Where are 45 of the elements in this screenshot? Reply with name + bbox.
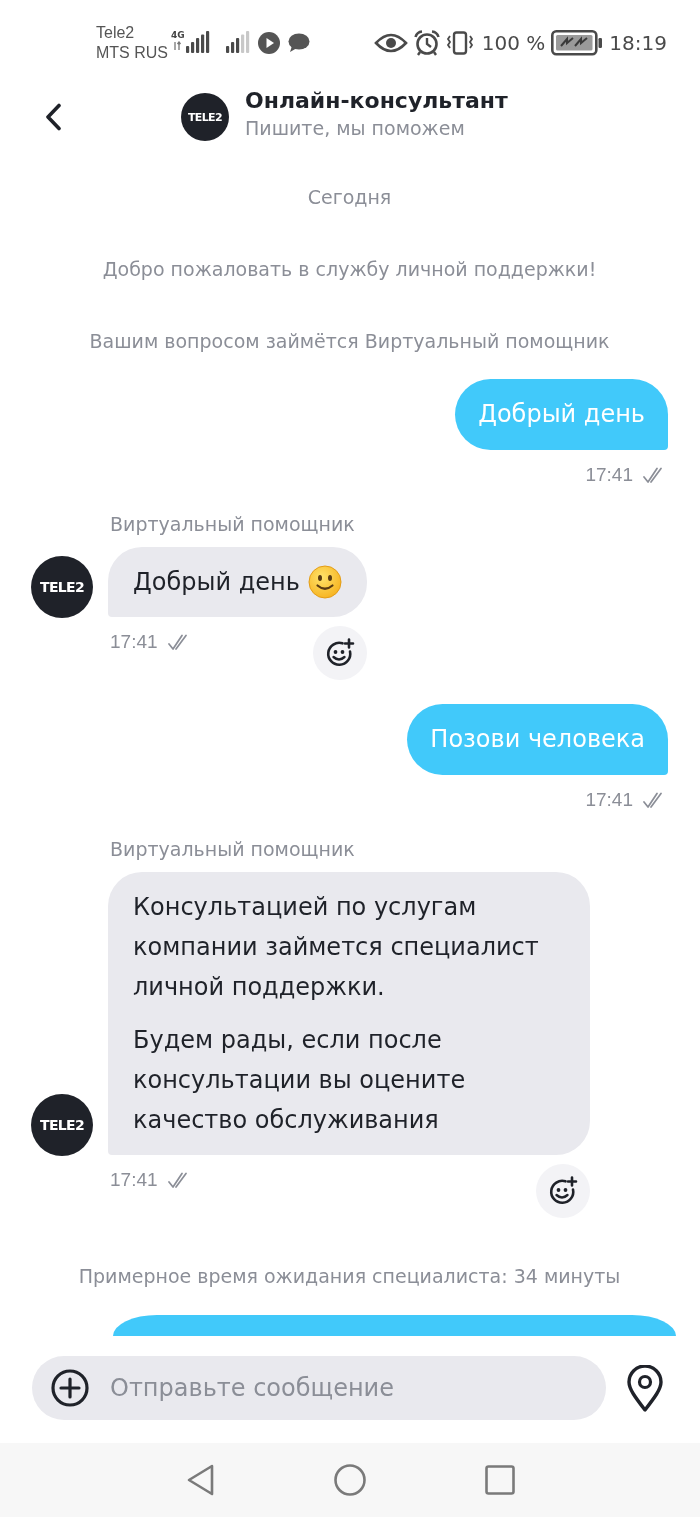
chat-subtitle: Пишите, мы поможем	[245, 116, 465, 141]
signal-icon	[185, 31, 210, 53]
eye-icon	[373, 32, 408, 54]
chat-bubble-icon	[287, 33, 310, 53]
location-pin-icon	[627, 1364, 663, 1412]
message-time: 17:41	[110, 1168, 158, 1192]
message-text: Позови человека	[430, 724, 645, 755]
circle-icon	[334, 1464, 366, 1496]
message-time: 17:41	[585, 788, 633, 812]
triangle-icon	[186, 1464, 214, 1496]
date-label: Сегодня	[306, 185, 393, 210]
vibrate-icon	[445, 31, 474, 55]
battery-icon	[551, 30, 604, 56]
message-text: Добрый день	[133, 567, 300, 598]
message-text: Добрый день	[478, 399, 645, 430]
system-message: Вашим вопросом займётся Виртуальный помощник	[88, 329, 611, 354]
message-text: Консультацией по услугам компании займется специалист личной поддержки.	[133, 892, 540, 1003]
message-input[interactable]: Отправьте сообщение	[110, 1368, 586, 1408]
signal-icon	[225, 31, 250, 53]
logo-avatar: TELE2	[31, 1094, 93, 1156]
square-icon	[485, 1465, 515, 1495]
plus-circle-icon	[51, 1369, 89, 1407]
play-icon	[257, 32, 280, 54]
network-type: 4G	[171, 29, 185, 41]
battery-level: 100 %	[481, 31, 546, 55]
smiley-plus-icon	[324, 638, 355, 668]
attach-button[interactable]	[50, 1368, 90, 1408]
alarm-clock-icon	[413, 30, 440, 56]
data-arrows-icon	[173, 40, 183, 51]
logo-avatar: TELE2	[31, 556, 93, 618]
message-text: Будем рады, если после консультации вы оцените качество обслуживания	[133, 1025, 467, 1136]
sender-name: Виртуальный помощник	[110, 838, 355, 860]
message-time: 17:41	[110, 630, 158, 654]
message-time: 17:41	[585, 463, 633, 487]
chevron-left-icon	[43, 103, 63, 131]
carrier-name: MTS RUS	[96, 43, 168, 63]
message-composer[interactable]: Отправьте сообщение	[32, 1356, 606, 1420]
carrier-name: Tele2	[96, 23, 135, 43]
chat-title: Онлайн-консультант	[245, 87, 508, 115]
clock-time: 18:19	[609, 31, 667, 55]
system-message: Добро пожаловать в службу личной поддержки!	[101, 257, 598, 282]
system-message: Примерное время ожидания специалиста: 34 минуты	[77, 1264, 622, 1289]
sender-name: Виртуальный помощник	[110, 513, 355, 535]
smiley-plus-icon	[548, 1176, 578, 1206]
logo-avatar: TELE2	[181, 93, 229, 141]
